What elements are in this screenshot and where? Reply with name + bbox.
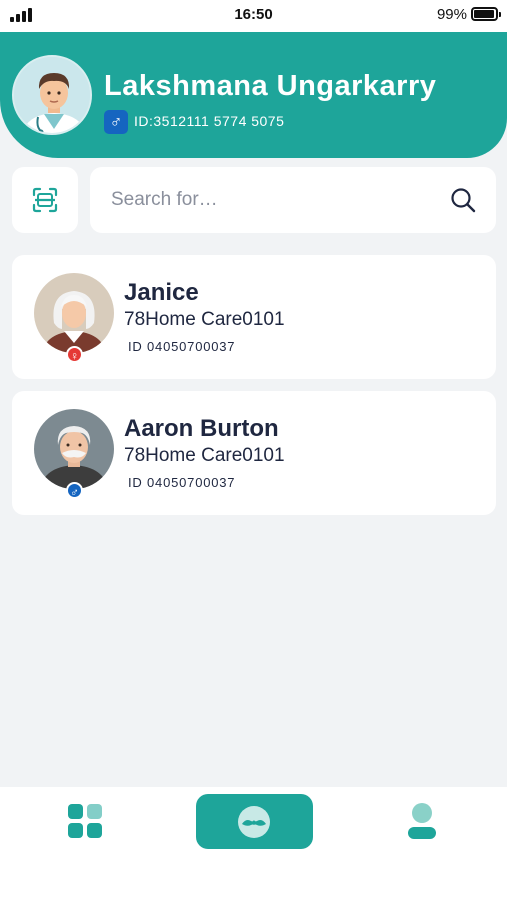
mustache-icon <box>238 806 270 838</box>
status-time: 16:50 <box>234 6 273 23</box>
patient-avatar <box>34 273 114 353</box>
search-icon[interactable] <box>450 187 476 213</box>
profile-header: Lakshmana Ungarkarry ♂ ID:3512111 5774 5… <box>0 32 507 158</box>
female-gender-icon: ♀ <box>66 346 83 363</box>
patient-avatar <box>34 409 114 489</box>
patient-location: 78Home Care0101 <box>124 445 285 466</box>
doctor-avatar[interactable] <box>12 55 92 135</box>
patient-name: Aaron Burton <box>124 415 279 442</box>
profile-icon[interactable] <box>404 802 440 840</box>
bottom-navigation <box>0 787 507 900</box>
battery-percent: 99% <box>436 6 467 23</box>
doctor-id: ID:3512111 5774 5075 <box>134 113 285 129</box>
patient-id: ID 04050700037 <box>128 475 236 490</box>
male-gender-icon: ♂ <box>66 482 83 499</box>
male-gender-icon: ♂ <box>104 110 128 134</box>
patient-card[interactable]: ♂ Aaron Burton 78Home Care0101 ID 040507… <box>12 391 496 515</box>
patient-card[interactable]: ♀ Janice 78Home Care0101 ID 04050700037 <box>12 255 496 379</box>
patient-id: ID 04050700037 <box>128 339 236 354</box>
scan-button[interactable] <box>12 167 78 233</box>
patient-location: 78Home Care0101 <box>124 309 285 330</box>
doctor-name: Lakshmana Ungarkarry <box>104 70 437 102</box>
status-bar: 16:50 99% <box>0 0 507 32</box>
battery-icon <box>471 7 501 21</box>
search-bar <box>90 167 496 233</box>
patient-name: Janice <box>124 279 199 306</box>
nav-center-button[interactable] <box>196 794 313 849</box>
dashboard-icon[interactable] <box>68 804 104 840</box>
search-input[interactable] <box>111 186 431 214</box>
scan-icon <box>32 187 58 213</box>
